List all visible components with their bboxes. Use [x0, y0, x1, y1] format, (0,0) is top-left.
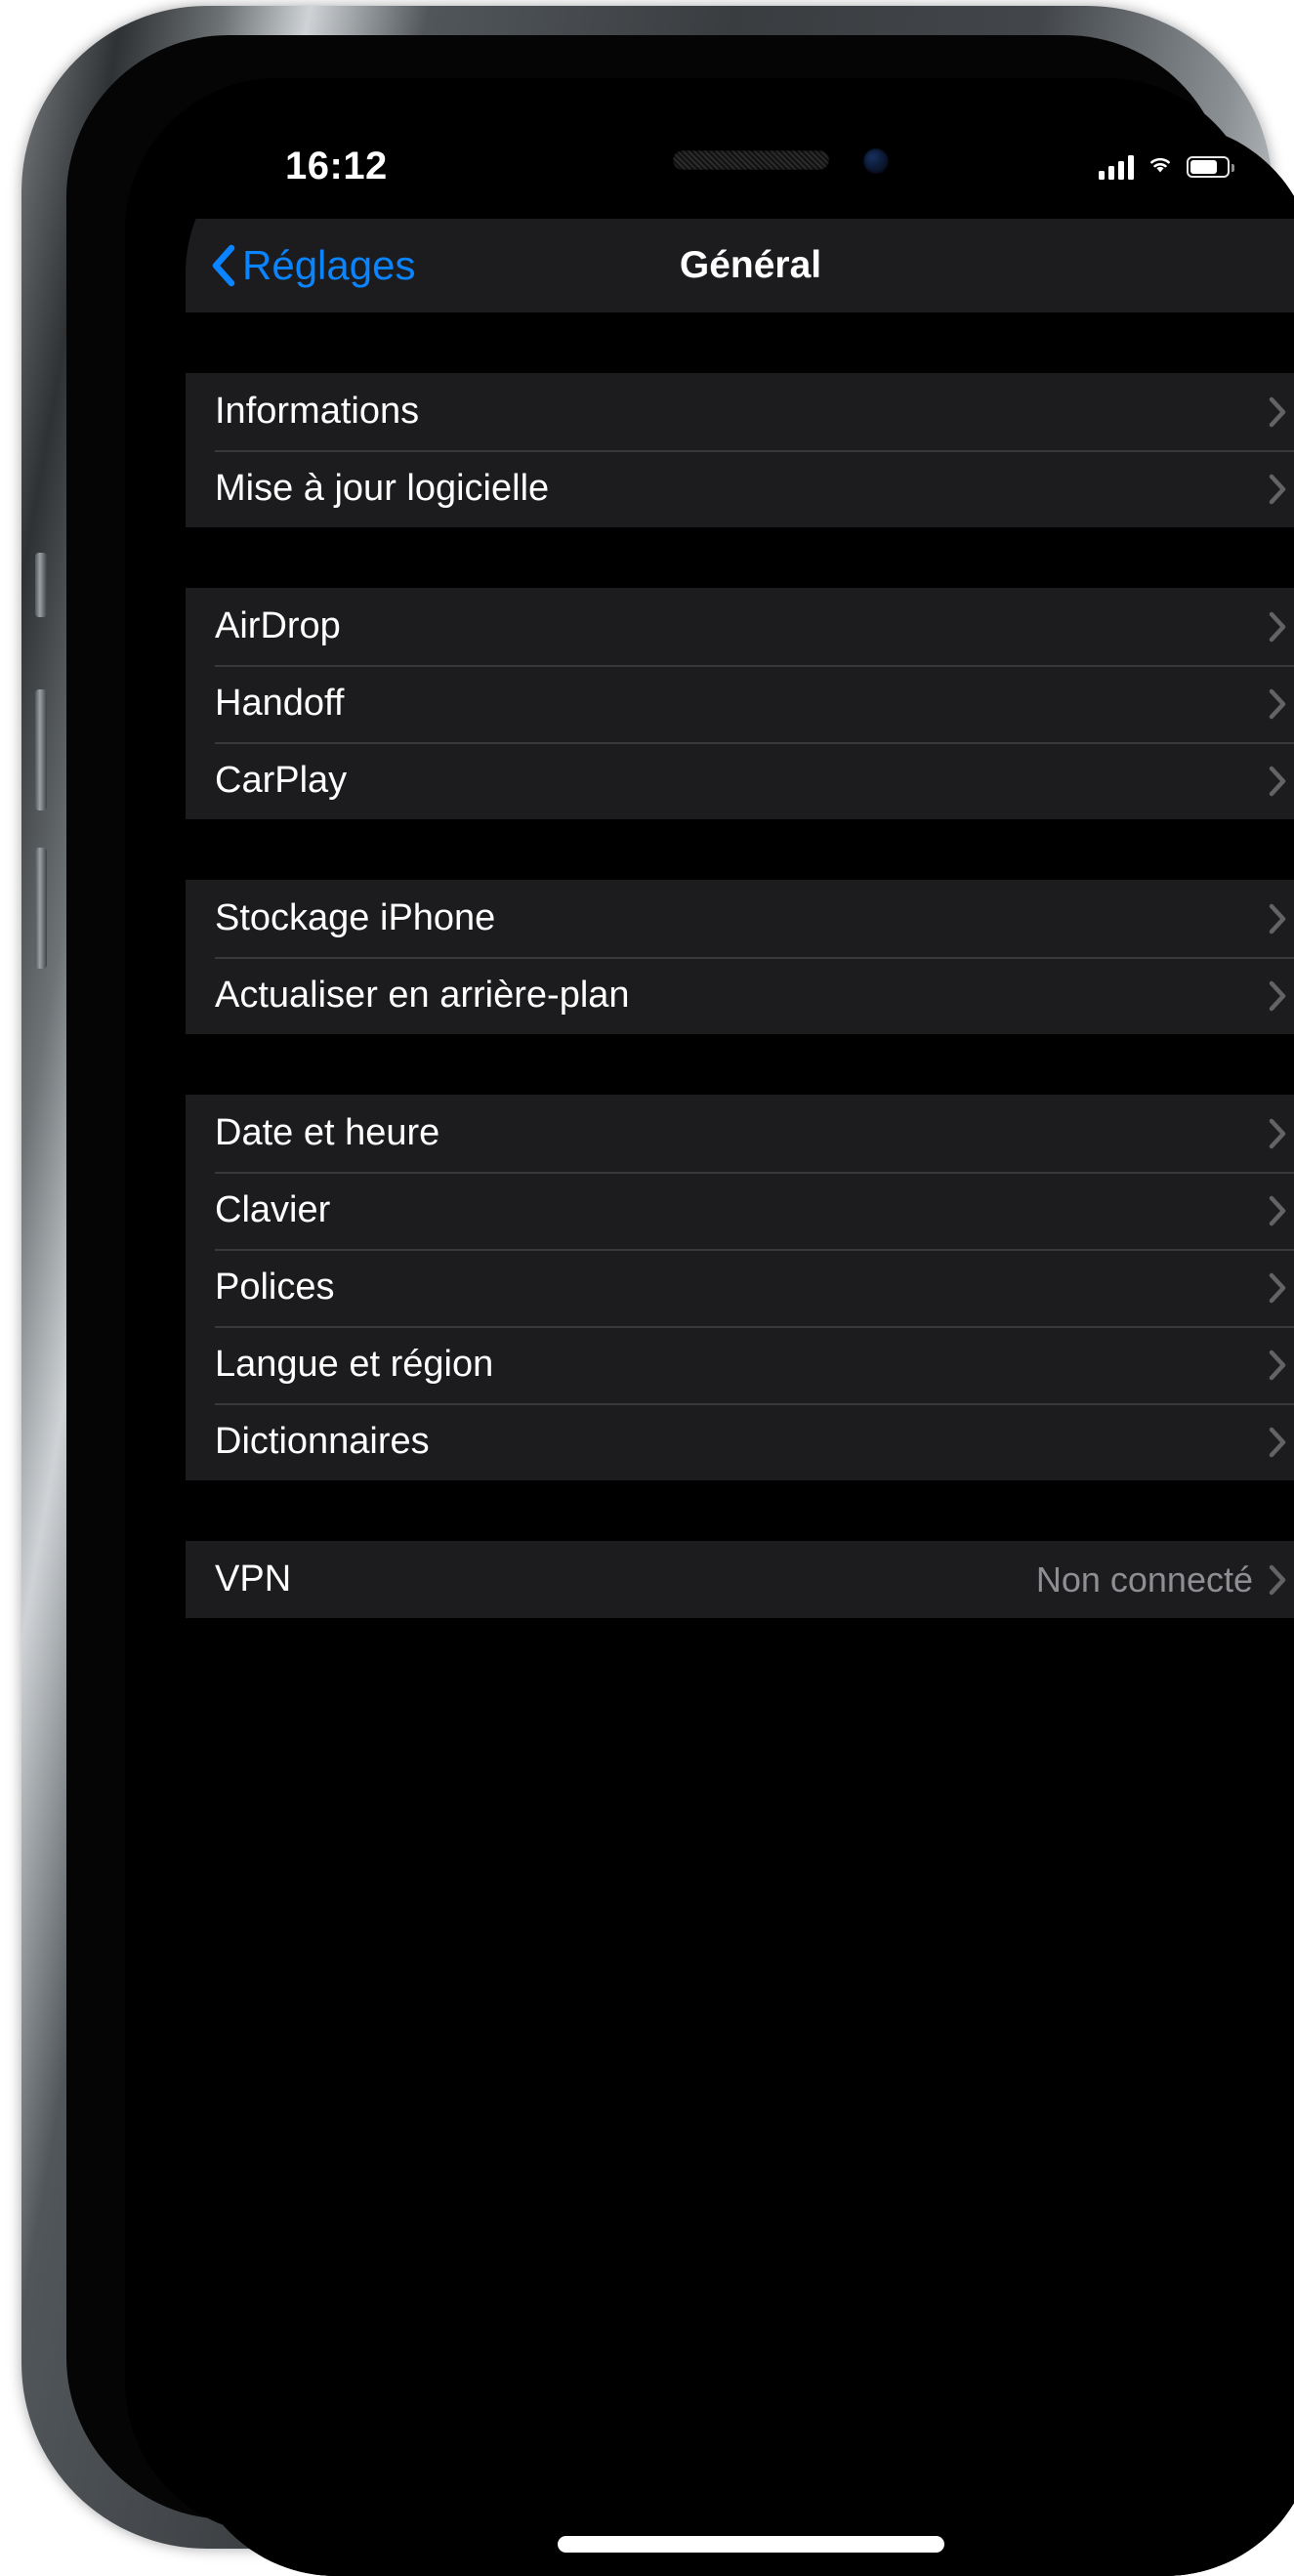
section-spacer — [186, 819, 1294, 880]
table-row[interactable]: Langue et région — [186, 1326, 1294, 1403]
row-label: Dictionnaires — [215, 1421, 430, 1462]
wifi-icon — [1146, 152, 1175, 181]
chevron-right-icon — [1269, 1195, 1286, 1226]
row-label: Actualiser en arrière-plan — [215, 975, 630, 1016]
status-bar-clock: 16:12 — [285, 145, 388, 187]
earpiece-speaker-icon — [672, 150, 829, 170]
chevron-right-icon — [1269, 766, 1286, 796]
row-value: Non connecté — [1035, 1558, 1253, 1600]
volume-down-button[interactable] — [35, 848, 47, 969]
chevron-right-icon — [1269, 474, 1286, 504]
chevron-right-icon — [1269, 903, 1286, 934]
mute-switch-button[interactable] — [35, 553, 47, 617]
front-camera-icon — [862, 148, 889, 174]
section-spacer — [186, 1480, 1294, 1541]
row-label: Mise à jour logicielle — [215, 468, 550, 509]
settings-group-continuity: AirDrop Handoff CarPlay — [186, 588, 1294, 819]
section-spacer — [186, 312, 1294, 373]
chevron-right-icon — [1269, 980, 1286, 1011]
table-row[interactable]: AirDrop — [186, 588, 1294, 665]
settings-group-about: Informations Mise à jour logicielle — [186, 373, 1294, 527]
row-label: AirDrop — [215, 605, 341, 646]
table-row[interactable]: VPN Non connecté — [186, 1541, 1294, 1618]
status-bar-indicators — [1099, 152, 1234, 181]
table-row[interactable]: CarPlay — [186, 742, 1294, 819]
chevron-right-icon — [1269, 1427, 1286, 1457]
table-row[interactable]: Clavier — [186, 1172, 1294, 1249]
table-row[interactable]: Date et heure — [186, 1095, 1294, 1172]
settings-group-vpn: VPN Non connecté — [186, 1541, 1294, 1618]
table-row[interactable]: Stockage iPhone — [186, 880, 1294, 957]
table-row[interactable]: Dictionnaires — [186, 1403, 1294, 1480]
chevron-right-icon — [1269, 396, 1286, 427]
table-row[interactable]: Mise à jour logicielle — [186, 450, 1294, 527]
section-spacer — [186, 527, 1294, 588]
back-button[interactable]: Réglages — [211, 219, 415, 312]
iphone-screen: 16:12 Réglages Général Informations Mise… — [186, 123, 1294, 2576]
chevron-right-icon — [1269, 1350, 1286, 1380]
row-label: Date et heure — [215, 1112, 440, 1153]
row-label: Langue et région — [215, 1344, 494, 1385]
row-label: Polices — [215, 1267, 335, 1308]
display-notch — [540, 123, 961, 207]
settings-list[interactable]: Informations Mise à jour logicielle AirD… — [186, 312, 1294, 2576]
volume-up-button[interactable] — [35, 689, 47, 810]
chevron-right-icon — [1269, 1272, 1286, 1303]
row-label: VPN — [215, 1558, 292, 1600]
settings-group-localization: Date et heure Clavier Polices Langue et … — [186, 1095, 1294, 1480]
row-label: Handoff — [215, 683, 345, 724]
battery-icon — [1187, 155, 1234, 178]
chevron-right-icon — [1269, 688, 1286, 719]
row-label: CarPlay — [215, 760, 348, 801]
device-bezel: 16:12 Réglages Général Informations Mise… — [125, 78, 1294, 2576]
cellular-signal-icon — [1099, 154, 1134, 180]
row-label: Informations — [215, 391, 420, 432]
chevron-right-icon — [1269, 611, 1286, 642]
back-button-label: Réglages — [242, 242, 416, 288]
table-row[interactable]: Actualiser en arrière-plan — [186, 957, 1294, 1034]
settings-group-storage: Stockage iPhone Actualiser en arrière-pl… — [186, 880, 1294, 1034]
device-inner-frame: 16:12 Réglages Général Informations Mise… — [66, 35, 1294, 2576]
table-row[interactable]: Informations — [186, 373, 1294, 450]
navigation-bar: Réglages Général — [186, 219, 1294, 312]
chevron-right-icon — [1269, 1118, 1286, 1148]
screenshot-stage: 16:12 Réglages Général Informations Mise… — [0, 0, 1294, 2576]
row-label: Clavier — [215, 1189, 331, 1230]
chevron-left-icon — [212, 244, 235, 287]
row-label: Stockage iPhone — [215, 897, 496, 938]
table-row[interactable]: Polices — [186, 1249, 1294, 1326]
home-indicator[interactable] — [557, 2536, 944, 2553]
iphone-device-frame: 16:12 Réglages Général Informations Mise… — [21, 6, 1294, 2576]
chevron-right-icon — [1269, 1564, 1286, 1595]
table-row[interactable]: Handoff — [186, 665, 1294, 742]
section-spacer — [186, 1034, 1294, 1095]
